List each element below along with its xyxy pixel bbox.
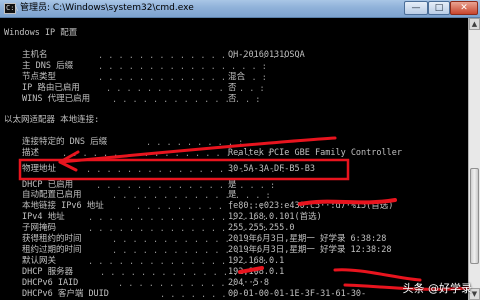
autoconfig-value: 是 bbox=[228, 190, 237, 200]
wins-proxy-value: 否 bbox=[228, 94, 237, 104]
console-output[interactable]: Windows IP 配置 主机名 QH-20160131OSQA 主 DNS … bbox=[0, 18, 468, 300]
window-title: 管理员: C:\Windows\system32\cmd.exe bbox=[20, 3, 194, 13]
host-name-value: QH-20160131OSQA bbox=[228, 50, 305, 60]
ipv6-address-value: fe80::e023:e430:c5··:d7·%15(首选) bbox=[228, 201, 394, 211]
watermark: 头条 @好学录 bbox=[403, 280, 473, 296]
ipv6-address-label: 本地链接 IPv6 地址 bbox=[22, 201, 104, 211]
dhcpv6-iaid-label: DHCPv6 IAID bbox=[22, 278, 79, 288]
physical-address-value: 30-5A-3A-DF-B5-B3 bbox=[228, 164, 315, 174]
close-button[interactable]: ✕ bbox=[450, 1, 478, 15]
ip-routing-value: 否 bbox=[228, 83, 237, 93]
autoconfig-label: 自动配置已启用 bbox=[22, 190, 82, 200]
node-type-label: 节点类型 bbox=[22, 72, 57, 82]
dhcp-server-value: 192.168.0.1 bbox=[228, 267, 285, 277]
adapter-header: 以太网适配器 本地连接: bbox=[4, 115, 100, 125]
watermark-at-icon: @ bbox=[428, 282, 439, 295]
vertical-scrollbar[interactable]: ▲ ▼ bbox=[468, 18, 480, 300]
description-value: Realtek PCIe GBE Family Controller bbox=[228, 148, 402, 158]
console-icon[interactable]: C:\ bbox=[4, 3, 19, 14]
lease-expires-label: 租约过期的时间 bbox=[22, 245, 82, 255]
dhcp-server-label: DHCP 服务器 bbox=[22, 267, 74, 277]
lease-obtained-value: 2019年6月3日,星期一 好学录 6:38:28 bbox=[228, 234, 387, 244]
wins-proxy-label: WINS 代理已启用 bbox=[22, 94, 91, 104]
default-gateway-label: 默认网关 bbox=[22, 256, 57, 266]
description-label: 描述 bbox=[22, 148, 40, 158]
console-header: Windows IP 配置 bbox=[4, 28, 78, 38]
host-name-label: 主机名 bbox=[22, 50, 48, 60]
maximize-button[interactable]: □ bbox=[428, 1, 450, 15]
lease-expires-value: 2019年6月3日,星期一 好学录 12:38:28 bbox=[228, 245, 392, 255]
ipv4-address-value: 192.168.0.101(首选) bbox=[228, 212, 322, 222]
physical-address-label: 物理地址 bbox=[22, 164, 57, 174]
scrollbar-thumb[interactable] bbox=[470, 168, 479, 264]
lease-obtained-label: 获得租约的时间 bbox=[22, 234, 82, 244]
node-type-value: 混合 bbox=[228, 72, 246, 82]
primary-dns-suffix-label: 主 DNS 后缀 bbox=[22, 61, 74, 71]
default-gateway-value: 192.168.0.1 bbox=[228, 256, 285, 266]
watermark-prefix: 头条 bbox=[402, 282, 425, 295]
scroll-up-arrow-icon[interactable]: ▲ bbox=[469, 18, 480, 30]
conn-dns-suffix-label: 连接特定的 DNS 后缀 bbox=[22, 137, 108, 147]
subnet-mask-value: 255.255.255.0 bbox=[228, 223, 295, 233]
dhcpv6-duid-value: 00-01-00-01-1E-3F-31-61-30- bbox=[228, 289, 367, 299]
dhcpv6-iaid-value: 204··5·8 bbox=[228, 278, 269, 288]
ip-routing-label: IP 路由已启用 bbox=[22, 83, 80, 93]
title-bar[interactable]: C:\ 管理员: C:\Windows\system32\cmd.exe — □… bbox=[0, 0, 480, 18]
minimize-button[interactable]: — bbox=[404, 1, 428, 15]
subnet-mask-label: 子网掩码 bbox=[22, 223, 57, 233]
watermark-name: 好学录 bbox=[439, 282, 472, 295]
dhcpv6-duid-label: DHCPv6 客户端 DUID bbox=[22, 289, 109, 299]
ipv4-address-label: IPv4 地址 bbox=[22, 212, 65, 222]
